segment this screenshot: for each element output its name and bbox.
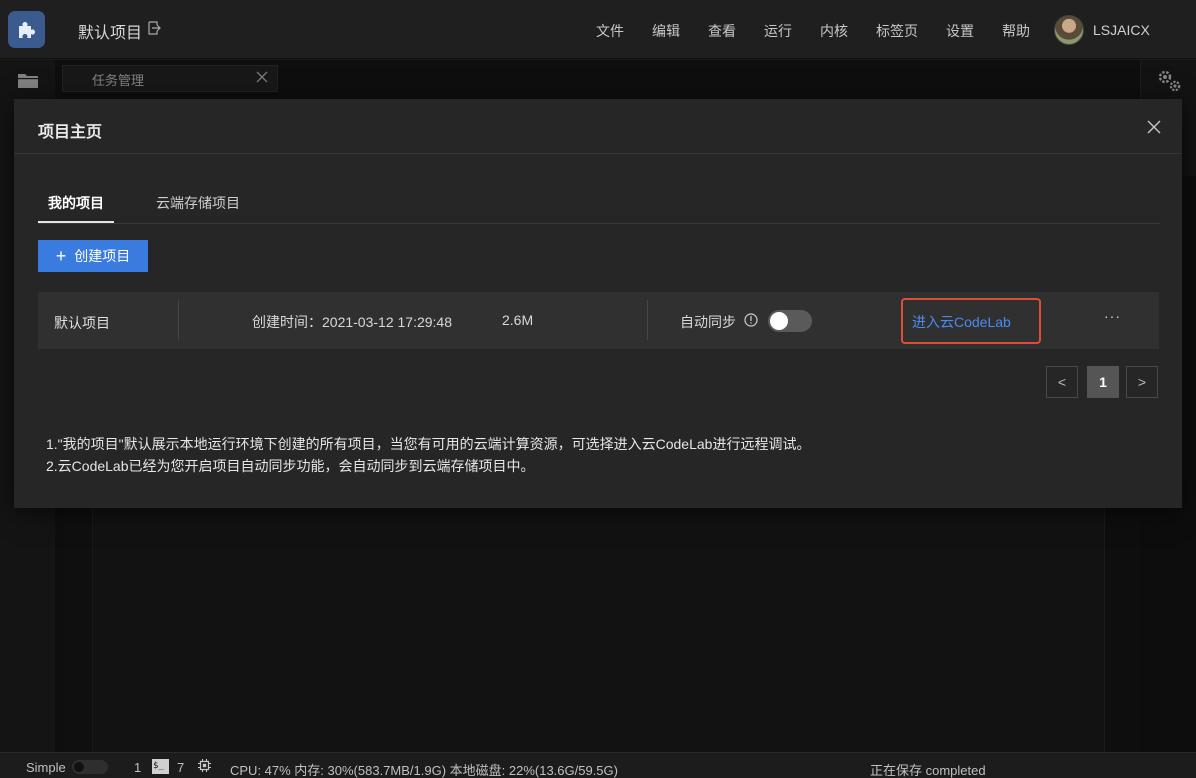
save-status: 正在保存 completed [870,763,986,778]
simple-mode-toggle[interactable] [72,760,108,774]
project-name: 默认项目 [54,315,110,331]
tab-my-projects[interactable]: 我的项目 [48,193,104,213]
pagination-next-button[interactable]: > [1126,366,1158,398]
project-size: 2.6M [502,312,534,328]
auto-sync-toggle[interactable] [768,310,812,332]
divider [647,300,648,340]
puzzle-icon [18,21,35,38]
help-notes: 1."我的项目"默认展示本地运行环境下创建的所有项目，当您有可用的云端计算资源，… [46,433,810,477]
menu-file[interactable]: 文件 [596,21,624,41]
avatar[interactable] [1054,15,1084,45]
menu-run[interactable]: 运行 [764,21,792,41]
menu-settings[interactable]: 设置 [946,21,974,41]
modal-title: 项目主页 [38,124,103,141]
menu-tabs[interactable]: 标签页 [876,21,918,41]
project-home-modal: 项目主页 我的项目 云端存储项目 + 创建项目 默认项目 创建时间：2021-0… [14,99,1182,508]
modal-header: 项目主页 [14,99,1182,154]
status-count-1: 1 [134,760,142,775]
status-count-2: 7 [177,760,185,775]
active-tab-indicator [38,221,114,223]
menu-help[interactable]: 帮助 [1002,21,1030,41]
auto-sync-label: 自动同步 [680,314,736,330]
create-project-button[interactable]: + 创建项目 [38,240,148,272]
info-icon[interactable] [744,313,758,327]
project-row: 默认项目 创建时间：2021-03-12 17:29:48 2.6M 自动同步 … [38,292,1159,349]
note-line-1: 1."我的项目"默认展示本地运行环境下创建的所有项目，当您有可用的云端计算资源，… [46,436,811,452]
plus-icon: + [55,246,67,266]
close-icon[interactable] [1147,120,1161,134]
project-tabs: 我的项目 云端存储项目 [38,189,1160,224]
menu-edit[interactable]: 编辑 [652,21,680,41]
project-created-time: 创建时间：2021-03-12 17:29:48 [252,314,452,330]
tab-cloud-projects[interactable]: 云端存储项目 [156,193,240,213]
exit-icon[interactable] [147,20,161,36]
menu-view[interactable]: 查看 [708,21,736,41]
username[interactable]: LSJAICX [1093,22,1150,38]
simple-mode-label: Simple [26,760,66,775]
top-bar: 默认项目 文件 编辑 查看 运行 内核 标签页 设置 帮助 LSJAICX [0,0,1196,59]
divider [178,300,179,340]
pagination-prev-button[interactable]: < [1046,366,1078,398]
app-logo[interactable] [8,11,45,48]
more-icon[interactable]: ··· [1104,308,1121,324]
enter-cloud-codelab-link[interactable]: 进入云CodeLab [901,298,1041,344]
note-line-2: 2.云CodeLab已经为您开启项目自动同步功能，会自动同步到云端存储项目中。 [46,458,535,474]
pagination-page-1[interactable]: 1 [1087,366,1119,398]
main-menu: 文件 编辑 查看 运行 内核 标签页 设置 帮助 [596,21,1030,41]
status-bar: Simple 1 $_ 7 CPU: 47% 内存: 30%(583.7MB/1… [0,752,1196,778]
menu-kernel[interactable]: 内核 [820,21,848,41]
terminal-icon[interactable]: $_ [152,759,169,774]
chip-icon[interactable] [197,758,212,773]
resource-usage: CPU: 47% 内存: 30%(583.7MB/1.9G) 本地磁盘: 22%… [230,763,618,778]
create-project-label: 创建项目 [74,248,131,264]
project-title: 默认项目 [78,25,143,42]
